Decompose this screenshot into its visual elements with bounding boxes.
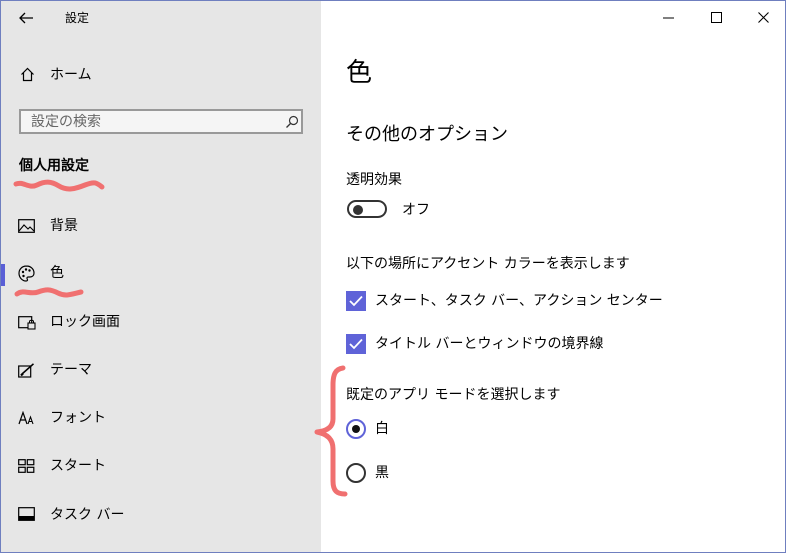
toggle-knob	[353, 205, 363, 215]
search-field[interactable]: 設定の検索	[19, 109, 303, 134]
sidebar-item-label: タスク バー	[50, 507, 125, 523]
back-arrow-icon[interactable]	[18, 10, 34, 26]
sidebar-item-label: スタート	[50, 458, 106, 474]
app-mode-label: 既定のアプリ モードを選択します	[346, 387, 561, 403]
checkmark-icon	[349, 338, 363, 350]
search-placeholder: 設定の検索	[31, 114, 101, 130]
radio-light[interactable]	[346, 419, 366, 439]
annotation-underline-personalization	[13, 179, 105, 192]
sidebar-item-label: フォント	[50, 410, 106, 426]
sidebar-item-label: テーマ	[50, 362, 92, 378]
search-icon[interactable]	[285, 115, 299, 129]
main-pane: 色 その他のオプション 透明効果	[321, 1, 785, 552]
palette-icon	[18, 265, 35, 282]
sidebar-item-label: 色	[50, 265, 64, 281]
sidebar-item-label: ロック画面	[50, 314, 120, 330]
start-icon	[18, 459, 35, 473]
checkbox-titlebar-border[interactable]	[346, 334, 366, 354]
transparency-state: オフ	[402, 202, 430, 218]
checkbox-start-taskbar[interactable]	[346, 291, 366, 311]
sidebar-item-label: 背景	[50, 218, 78, 234]
checkbox-label: タイトル バーとウィンドウの境界線	[375, 336, 604, 352]
section-title-other-options: その他のオプション	[346, 124, 508, 145]
minimize-icon	[663, 17, 674, 19]
section-title-personalization: 個人用設定	[19, 158, 89, 174]
picture-icon	[18, 219, 35, 233]
selection-indicator	[1, 264, 5, 286]
theme-icon	[18, 363, 35, 378]
minimize-button[interactable]	[646, 1, 690, 35]
radio-label: 白	[375, 421, 389, 437]
maximize-button[interactable]	[694, 1, 738, 35]
maximize-icon	[711, 12, 722, 23]
window-title: 設定	[65, 11, 90, 25]
checkbox-label: スタート、タスク バー、アクション センター	[375, 293, 663, 309]
accent-label: 以下の場所にアクセント カラーを表示します	[346, 256, 630, 272]
close-button[interactable]	[741, 1, 785, 35]
sidebar: 設定 ホーム 設定の検索 個人用設定 背景 色 ロック画面 テーマ フォント ス…	[1, 1, 321, 552]
taskbar-icon	[18, 507, 35, 521]
home-icon	[21, 67, 34, 82]
page-title: 色	[346, 58, 373, 88]
annotation-underline-color	[14, 287, 84, 298]
radio-label: 黒	[375, 465, 389, 481]
radio-dot	[352, 425, 360, 433]
font-icon	[18, 411, 34, 425]
home-label: ホーム	[50, 67, 92, 83]
checkmark-icon	[349, 295, 363, 307]
annotation-brace	[314, 365, 348, 497]
transparency-toggle[interactable]	[347, 200, 387, 218]
transparency-label: 透明効果	[346, 172, 402, 188]
lock-screen-icon	[18, 316, 36, 330]
close-icon	[758, 12, 769, 23]
radio-dark[interactable]	[346, 463, 366, 483]
settings-window: 設定 ホーム 設定の検索 個人用設定 背景 色 ロック画面 テーマ フォント ス…	[0, 0, 786, 553]
